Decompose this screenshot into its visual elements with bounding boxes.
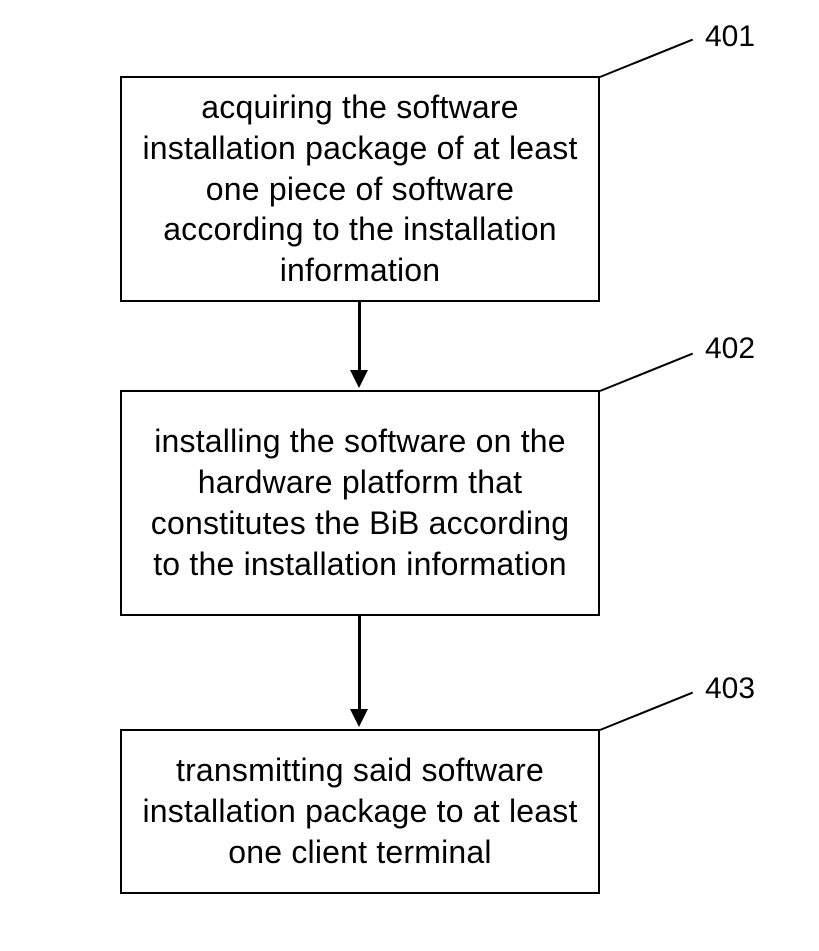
label-402: 402 xyxy=(705,332,755,366)
leader-line-403 xyxy=(600,692,693,731)
flow-step-402-text: installing the software on the hardware … xyxy=(140,421,580,585)
flow-step-401-text: acquiring the software installation pack… xyxy=(140,87,580,292)
arrow-2-stem xyxy=(358,616,361,711)
flowchart-canvas: acquiring the software installation pack… xyxy=(0,0,819,951)
flow-step-402: installing the software on the hardware … xyxy=(120,390,600,616)
flow-step-403-text: transmitting said software installation … xyxy=(140,750,580,873)
arrow-1-stem xyxy=(358,302,361,372)
arrow-2-head xyxy=(350,709,368,727)
leader-line-401 xyxy=(600,39,693,78)
flow-step-403: transmitting said software installation … xyxy=(120,729,600,894)
label-401: 401 xyxy=(705,20,755,54)
arrow-1-head xyxy=(350,370,368,388)
label-403: 403 xyxy=(705,672,755,706)
leader-line-402 xyxy=(600,353,693,392)
flow-step-401: acquiring the software installation pack… xyxy=(120,76,600,302)
